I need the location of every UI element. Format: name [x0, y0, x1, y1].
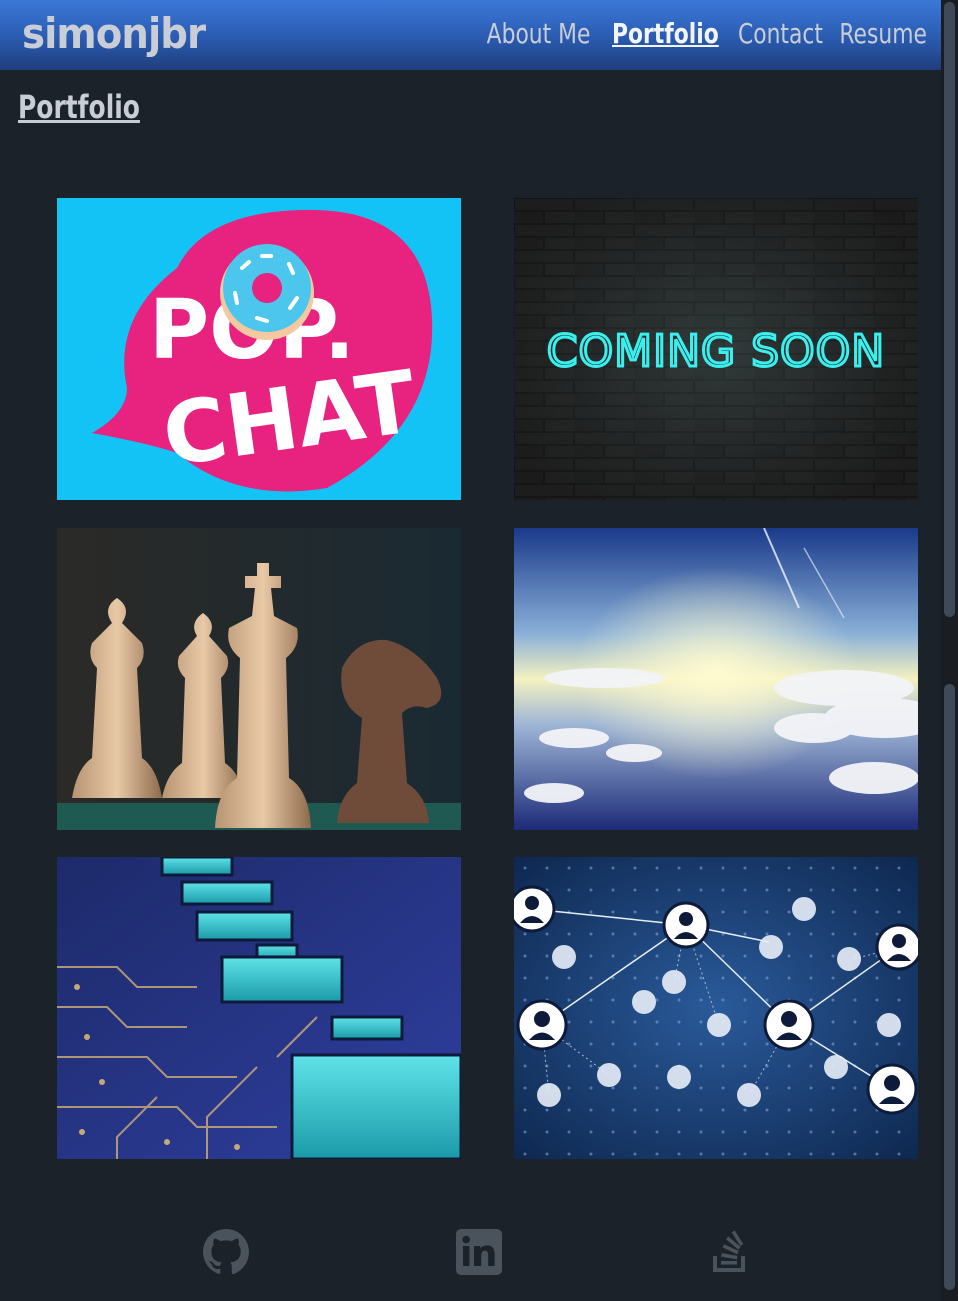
project-tile-network[interactable] — [514, 857, 918, 1159]
nav-links: About Me Portfolio Contact Resume — [486, 17, 927, 50]
scrollbar[interactable] — [941, 0, 958, 1301]
nav-resume[interactable]: Resume — [839, 17, 927, 50]
clouds-image — [514, 528, 918, 830]
project-tile-chess[interactable] — [57, 528, 461, 830]
nav-portfolio[interactable]: Portfolio — [612, 17, 719, 50]
pop-chat-image: POP. CHAT — [57, 198, 461, 500]
navbar: simonjbr About Me Portfolio Contact Resu… — [0, 0, 941, 70]
circuit-board-image — [57, 857, 461, 1159]
coming-soon-text: COMING SOON — [547, 326, 885, 377]
github-icon[interactable] — [202, 1228, 250, 1276]
project-tile-clouds[interactable] — [514, 528, 918, 830]
chess-image — [57, 528, 461, 830]
stackoverflow-icon[interactable] — [707, 1228, 755, 1276]
coming-soon-image: COMING SOON — [514, 198, 918, 500]
network-image — [514, 857, 918, 1159]
linkedin-icon[interactable] — [455, 1228, 503, 1276]
brand-logo[interactable]: simonjbr — [22, 9, 206, 58]
project-tile-circuit-board[interactable] — [57, 857, 461, 1159]
scrollbar-thumb[interactable] — [944, 2, 955, 617]
project-tile-pop-chat[interactable]: POP. CHAT — [57, 198, 461, 500]
scrollbar-thumb-lower[interactable] — [944, 684, 955, 1290]
page-title: Portfolio — [18, 88, 140, 126]
project-tile-coming-soon[interactable]: COMING SOON — [514, 198, 918, 500]
nav-contact[interactable]: Contact — [738, 17, 823, 50]
nav-about-me[interactable]: About Me — [487, 17, 591, 50]
